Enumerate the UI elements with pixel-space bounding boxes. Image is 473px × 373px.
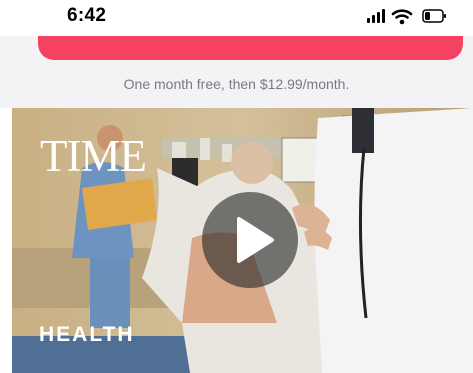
category-label: HEALTH xyxy=(39,323,135,346)
status-icons xyxy=(367,7,447,27)
status-time: 6:42 xyxy=(67,5,107,26)
play-icon xyxy=(237,217,274,263)
status-bar: 6:42 xyxy=(0,0,473,36)
time-logo: TIME xyxy=(40,131,147,181)
subscribe-button[interactable] xyxy=(38,36,463,60)
signal-icon xyxy=(367,9,385,23)
price-note: One month free, then $12.99/month. xyxy=(123,76,350,92)
video-player[interactable]: TIME HEALTH xyxy=(12,108,473,373)
wifi-icon xyxy=(391,9,413,25)
play-button[interactable] xyxy=(202,192,298,288)
battery-icon xyxy=(422,9,446,23)
